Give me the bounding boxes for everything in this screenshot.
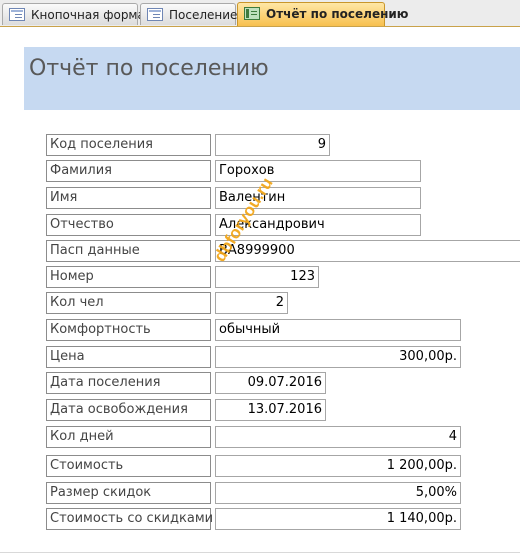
tab-label: Поселение xyxy=(169,8,238,22)
value-days-count: 4 xyxy=(215,426,461,448)
value-people-count: 2 xyxy=(215,292,288,314)
label-people-count: Кол чел xyxy=(46,292,211,314)
value-cost: 1 200,00р. xyxy=(215,455,461,477)
tab-bar: Кнопочная форма Поселение Отчёт по посел… xyxy=(0,0,520,27)
label-comfort: Комфортность xyxy=(46,319,211,341)
value-discount: 5,00% xyxy=(215,482,461,504)
label-price: Цена xyxy=(46,346,211,368)
label-settlement-code: Код поселения xyxy=(46,134,211,156)
label-first-name: Имя xyxy=(46,187,211,209)
value-settlement-code: 9 xyxy=(215,134,330,156)
form-icon xyxy=(147,8,163,21)
value-checkin-date: 09.07.2016 xyxy=(215,372,326,394)
value-price: 300,00р. xyxy=(215,346,461,368)
report-icon xyxy=(244,7,260,20)
value-checkout-date: 13.07.2016 xyxy=(215,399,326,421)
label-discount: Размер скидок xyxy=(46,482,211,504)
value-surname: Горохов xyxy=(215,160,421,182)
label-days-count: Кол дней xyxy=(46,426,211,448)
value-comfort: обычный xyxy=(215,319,461,341)
value-room-number: 123 xyxy=(215,266,319,288)
tab-settlement-report[interactable]: Отчёт по поселению xyxy=(237,2,408,26)
divider xyxy=(0,552,520,553)
tab-settlement-form[interactable]: Поселение xyxy=(140,3,238,25)
label-room-number: Номер xyxy=(46,266,211,288)
label-checkin-date: Дата поселения xyxy=(46,372,211,394)
form-icon xyxy=(9,8,25,21)
label-surname: Фамилия xyxy=(46,160,211,182)
label-discounted-cost: Стоимость со скидками xyxy=(46,508,213,530)
tab-switchboard-form[interactable]: Кнопочная форма xyxy=(2,3,145,25)
tab-label: Отчёт по поселению xyxy=(266,7,409,21)
label-passport: Пасп данные xyxy=(46,240,211,262)
label-checkout-date: Дата освобождения xyxy=(46,399,211,421)
label-patronymic: Отчество xyxy=(46,214,211,236)
value-discounted-cost: 1 140,00р. xyxy=(215,508,461,530)
value-passport: ВА8999900 xyxy=(215,240,520,262)
tab-label: Кнопочная форма xyxy=(31,8,145,22)
label-cost: Стоимость xyxy=(46,455,211,477)
report-title: Отчёт по поселению xyxy=(29,56,269,81)
